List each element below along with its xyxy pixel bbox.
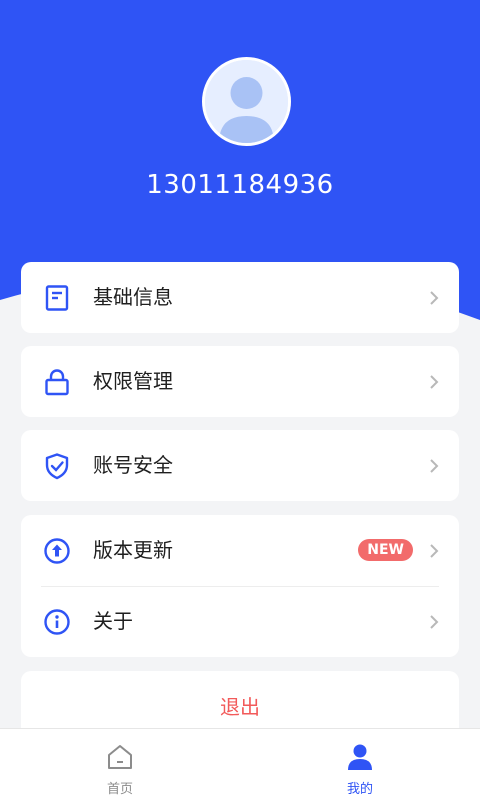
info-icon: [44, 609, 70, 635]
chevron-right-icon: [430, 375, 439, 389]
new-badge: NEW: [358, 539, 413, 561]
bottom-tab-bar: 首页 我的: [0, 728, 480, 800]
basic-info-card: 基础信息: [21, 262, 459, 333]
home-icon: [108, 745, 132, 769]
version-about-card: 版本更新 NEW 关于: [21, 515, 459, 657]
menu-item-label: 权限管理: [93, 369, 173, 393]
chevron-right-icon: [430, 459, 439, 473]
menu-item-about[interactable]: 关于: [21, 586, 459, 657]
tab-mine-label: 我的: [346, 782, 373, 797]
chevron-right-icon: [430, 291, 439, 305]
menu-item-account-security[interactable]: 账号安全: [21, 430, 459, 501]
document-icon: [45, 285, 69, 311]
menu-item-basic-info[interactable]: 基础信息: [21, 262, 459, 333]
lock-icon: [45, 369, 69, 396]
chevron-right-icon: [430, 544, 439, 558]
shield-check-icon: [45, 453, 69, 480]
chevron-right-icon: [430, 615, 439, 629]
phone-number: 13011184936: [146, 170, 334, 200]
upload-arrow-icon: [44, 538, 70, 564]
tab-mine[interactable]: 我的: [240, 729, 480, 800]
user-avatar-icon: [205, 60, 288, 143]
menu-item-label: 账号安全: [93, 453, 173, 477]
tab-home-label: 首页: [106, 782, 133, 797]
menu-item-permissions[interactable]: 权限管理: [21, 346, 459, 417]
tab-home[interactable]: 首页: [0, 729, 240, 800]
menu-item-version-update[interactable]: 版本更新 NEW: [21, 515, 459, 586]
menu-item-label: 关于: [93, 609, 133, 633]
menu-item-label: 版本更新: [93, 538, 173, 562]
person-icon: [348, 744, 372, 770]
permissions-card: 权限管理: [21, 346, 459, 417]
menu-item-label: 基础信息: [93, 285, 173, 309]
account-security-card: 账号安全: [21, 430, 459, 501]
avatar[interactable]: [202, 57, 291, 146]
